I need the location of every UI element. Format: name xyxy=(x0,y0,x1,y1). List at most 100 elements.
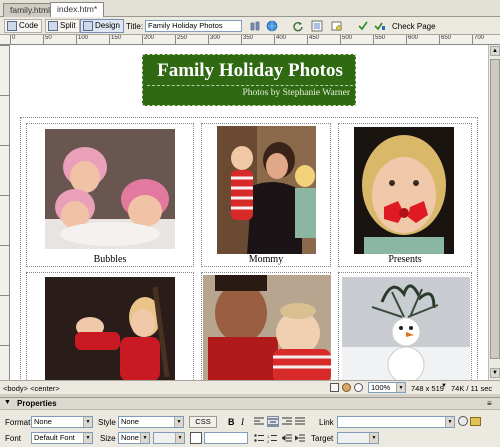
ruler-mark: 650 xyxy=(439,35,451,44)
size-value: None xyxy=(121,433,139,442)
style-select[interactable]: None ▼ xyxy=(118,416,184,428)
target-label: Target xyxy=(311,434,334,443)
outdent-icon[interactable] xyxy=(281,434,292,445)
ruler-mark: 300 xyxy=(208,35,220,44)
design-label: Design xyxy=(95,21,120,30)
banner-table[interactable]: Family Holiday Photos Photos by Stephani… xyxy=(142,54,356,106)
tag-selector[interactable]: <body> <center> xyxy=(3,384,60,393)
select-tool-icon[interactable] xyxy=(330,383,339,392)
style-label: Style xyxy=(98,418,116,427)
ruler-mark: 500 xyxy=(340,35,352,44)
split-view-button[interactable]: Split xyxy=(45,19,80,33)
design-view-button[interactable]: Design xyxy=(80,19,124,33)
hand-tool-icon[interactable] xyxy=(342,383,351,392)
unordered-list-icon[interactable] xyxy=(254,434,264,445)
photo-cell[interactable] xyxy=(201,272,331,380)
ordered-list-icon[interactable]: 12 xyxy=(267,434,277,445)
italic-button[interactable]: I xyxy=(241,417,244,427)
banner-title: Family Holiday Photos xyxy=(157,60,343,81)
text-color-swatch[interactable] xyxy=(190,432,202,444)
chevron-down-icon: ▼ xyxy=(83,433,92,443)
validate-markup-icon[interactable] xyxy=(357,20,369,32)
photo-cell[interactable]: Bubbles xyxy=(26,123,194,267)
photo-bubbles[interactable] xyxy=(45,129,175,249)
browser-preview-icon[interactable] xyxy=(266,20,278,32)
chevron-down-icon: ▼ xyxy=(396,383,405,392)
chevron-down-icon[interactable]: ▼ xyxy=(441,383,447,389)
properties-title: Properties xyxy=(17,399,57,408)
photo-cell[interactable] xyxy=(338,272,472,380)
chevron-down-icon: ▼ xyxy=(83,417,92,427)
scroll-down-icon[interactable]: ▼ xyxy=(490,368,500,378)
ruler-mark: 600 xyxy=(406,35,418,44)
vertical-scrollbar[interactable]: ▲ ▼ xyxy=(488,45,500,380)
check-page-icon[interactable] xyxy=(374,20,386,32)
size-unit-select[interactable]: ▼ xyxy=(153,432,185,444)
ruler-tick xyxy=(0,195,10,196)
link-input[interactable]: ▼ xyxy=(337,416,455,428)
target-select[interactable]: ▼ xyxy=(337,432,379,444)
photo-presents[interactable] xyxy=(354,127,454,254)
visual-aids-icon[interactable] xyxy=(331,20,343,32)
tab-label: family.html xyxy=(10,5,50,15)
ruler-mark: 200 xyxy=(142,35,154,44)
photo-girl-chair[interactable] xyxy=(45,277,175,380)
file-management-icon[interactable] xyxy=(249,20,261,32)
photo-cell[interactable]: Mommy xyxy=(201,123,331,267)
design-view-canvas[interactable]: Family Holiday Photos Photos by Stephani… xyxy=(10,45,488,380)
code-label: Code xyxy=(19,21,39,30)
photo-cell[interactable] xyxy=(26,272,194,380)
zoom-tool-icon[interactable] xyxy=(354,383,363,392)
format-label: Format xyxy=(5,418,31,427)
format-select[interactable]: None ▼ xyxy=(31,416,93,428)
font-value: Default Font xyxy=(34,433,75,442)
align-right-icon[interactable] xyxy=(282,417,292,428)
code-view-button[interactable]: Code xyxy=(4,19,43,33)
photo-caption: Bubbles xyxy=(93,254,127,265)
font-select[interactable]: Default Font ▼ xyxy=(31,432,93,444)
align-left-icon[interactable] xyxy=(254,417,264,428)
code-icon xyxy=(7,21,17,31)
page-title-input[interactable]: Family Holiday Photos xyxy=(145,20,242,32)
expand-triangle-icon[interactable]: ▼ xyxy=(4,399,11,406)
horizontal-ruler: 0 50 100 150 200 250 300 350 400 450 500 550 600 650 7… xyxy=(0,35,500,45)
font-label: Font xyxy=(5,434,22,443)
photo-caption: Presents xyxy=(388,254,422,265)
ruler-tick xyxy=(0,95,10,96)
photo-table[interactable]: Bubbles Mommy Presents xyxy=(20,117,478,380)
panel-menu-icon[interactable]: ≡ xyxy=(487,399,492,408)
photo-caption: Mommy xyxy=(248,254,284,265)
indent-icon[interactable] xyxy=(294,434,305,445)
ruler-mark: 50 xyxy=(43,35,52,44)
photo-cell[interactable]: Presents xyxy=(338,123,472,267)
align-center-icon[interactable] xyxy=(267,416,279,427)
tab-family-html[interactable]: family.html xyxy=(3,3,57,17)
scroll-up-icon[interactable]: ▲ xyxy=(490,46,500,56)
photo-snowman[interactable] xyxy=(342,277,470,380)
check-page-button[interactable]: Check Page xyxy=(392,22,436,31)
window-size[interactable]: 748 x 519 xyxy=(411,384,444,393)
scrollbar-thumb[interactable] xyxy=(490,59,500,359)
justify-icon[interactable] xyxy=(295,417,305,428)
photo-dad[interactable] xyxy=(203,275,331,380)
browse-folder-icon[interactable] xyxy=(470,417,481,426)
view-options-icon[interactable] xyxy=(311,20,323,32)
properties-panel-header[interactable]: ▼ Properties ≡ xyxy=(0,397,500,409)
ruler-mark: 350 xyxy=(241,35,253,44)
design-icon xyxy=(83,21,93,31)
size-select[interactable]: None ▼ xyxy=(118,432,150,444)
zoom-select[interactable]: 100% ▼ xyxy=(368,382,406,393)
ruler-tick xyxy=(0,295,10,296)
refresh-icon[interactable] xyxy=(292,20,304,32)
download-size: 74K / 11 sec xyxy=(451,384,493,393)
bold-button[interactable]: B xyxy=(228,417,235,427)
ruler-mark: 450 xyxy=(307,35,319,44)
ruler-mark: 400 xyxy=(274,35,286,44)
ruler-tick xyxy=(0,245,10,246)
photo-mommy[interactable] xyxy=(217,126,316,254)
css-button[interactable]: CSS xyxy=(189,416,217,428)
point-to-file-icon[interactable] xyxy=(458,416,468,426)
tab-index-htm[interactable]: index.htm* xyxy=(50,2,105,17)
text-color-input[interactable] xyxy=(204,432,248,444)
ruler-mark: 550 xyxy=(373,35,385,44)
